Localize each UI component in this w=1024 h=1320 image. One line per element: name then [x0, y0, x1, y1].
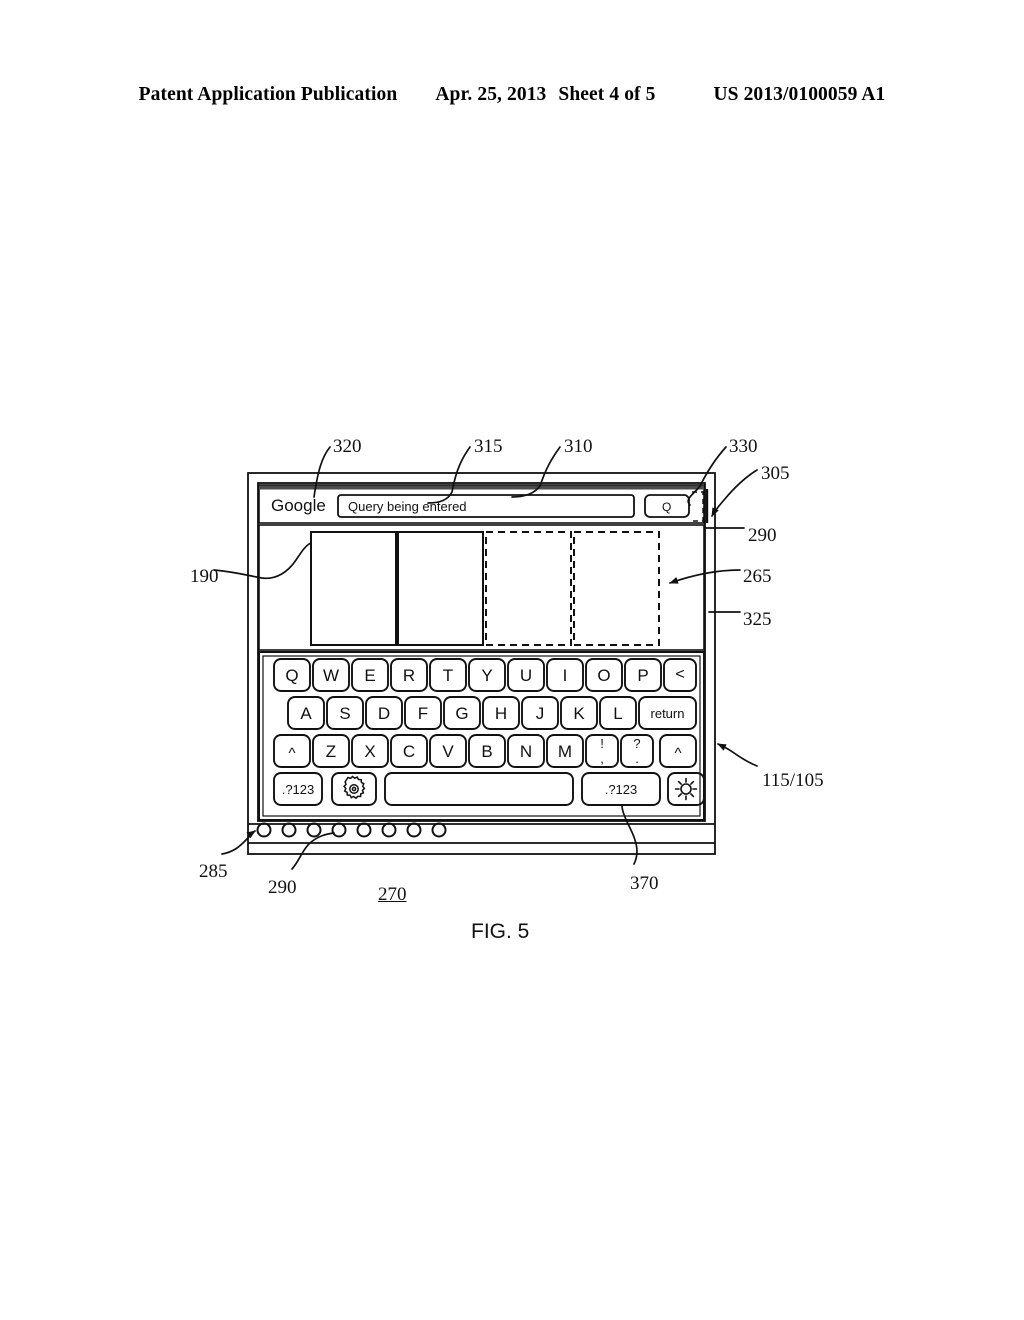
key-g-label[interactable]: G — [444, 697, 480, 729]
content-tile-2 — [397, 531, 484, 646]
dock-indicator-dots — [256, 822, 447, 838]
google-brand-label: Google — [271, 496, 326, 515]
ref-330: 330 — [729, 436, 758, 457]
key-s-label[interactable]: S — [327, 697, 363, 729]
key-c-label[interactable]: C — [391, 735, 427, 767]
ref-115-105: 115/105 — [762, 770, 824, 791]
figure-caption: FIG. 5 — [471, 920, 530, 943]
key-f-label[interactable]: F — [405, 697, 441, 729]
gear-icon-glyph — [343, 775, 366, 800]
key-e-label[interactable]: E — [352, 659, 388, 691]
ref-315: 315 — [474, 436, 503, 457]
key-b-label[interactable]: B — [469, 735, 505, 767]
search-strip-focus-bracket — [692, 491, 704, 522]
key-m-label[interactable]: M — [547, 735, 583, 767]
ref-290-bottom: 290 — [268, 877, 297, 898]
key-n-label[interactable]: N — [508, 735, 544, 767]
ref-370: 370 — [630, 873, 659, 894]
key-numbers-left-label[interactable]: .?123 — [274, 773, 322, 805]
key-t-label[interactable]: T — [430, 659, 466, 691]
key-return-label[interactable]: return — [639, 697, 696, 729]
key-w-label[interactable]: W — [313, 659, 349, 691]
key-question-period-upper[interactable]: ? — [621, 737, 653, 750]
key-p-label[interactable]: P — [625, 659, 661, 691]
key-shift-left-label[interactable]: ^ — [274, 737, 310, 769]
key-r-label[interactable]: R — [391, 659, 427, 691]
key-u-label[interactable]: U — [508, 659, 544, 691]
key-q-label[interactable]: Q — [274, 659, 310, 691]
key-k-label[interactable]: K — [561, 697, 597, 729]
key-a-label[interactable]: A — [288, 697, 324, 729]
key-h-label[interactable]: H — [483, 697, 519, 729]
key-i-label[interactable]: I — [547, 659, 583, 691]
key-exclam-comma-upper[interactable]: ! — [586, 737, 618, 750]
content-tile-1 — [310, 531, 397, 646]
content-area — [258, 524, 705, 651]
key-backspace-label[interactable]: < — [664, 659, 696, 691]
ref-285: 285 — [199, 861, 228, 882]
key-question-period-lower[interactable]: . — [621, 752, 653, 765]
ref-310: 310 — [564, 436, 593, 457]
key-space-label[interactable] — [385, 773, 573, 805]
key-numbers-right-label[interactable]: .?123 — [582, 773, 660, 805]
ref-320: 320 — [333, 436, 362, 457]
ref-190: 190 — [190, 566, 219, 587]
ref-325: 325 — [743, 609, 772, 630]
key-l-label[interactable]: L — [600, 697, 636, 729]
key-y-label[interactable]: Y — [469, 659, 505, 691]
ref-265: 265 — [743, 566, 772, 587]
key-shift-right-label[interactable]: ^ — [660, 737, 696, 769]
figure-5: Google Query being entered Q Q W E R T Y… — [0, 0, 1024, 1320]
ref-270: 270 — [378, 884, 407, 905]
content-tile-4 — [573, 531, 660, 646]
key-v-label[interactable]: V — [430, 735, 466, 767]
content-tile-3 — [485, 531, 572, 646]
search-submit-label[interactable]: Q — [662, 501, 671, 513]
sun-icon-glyph — [674, 777, 698, 801]
ref-290-right: 290 — [748, 525, 777, 546]
key-j-label[interactable]: J — [522, 697, 558, 729]
key-d-label[interactable]: D — [366, 697, 402, 729]
key-o-label[interactable]: O — [586, 659, 622, 691]
key-exclam-comma-lower[interactable]: , — [586, 752, 618, 765]
ref-305: 305 — [761, 463, 790, 484]
search-input-value[interactable]: Query being entered — [348, 500, 467, 513]
key-z-label[interactable]: Z — [313, 735, 349, 767]
key-x-label[interactable]: X — [352, 735, 388, 767]
